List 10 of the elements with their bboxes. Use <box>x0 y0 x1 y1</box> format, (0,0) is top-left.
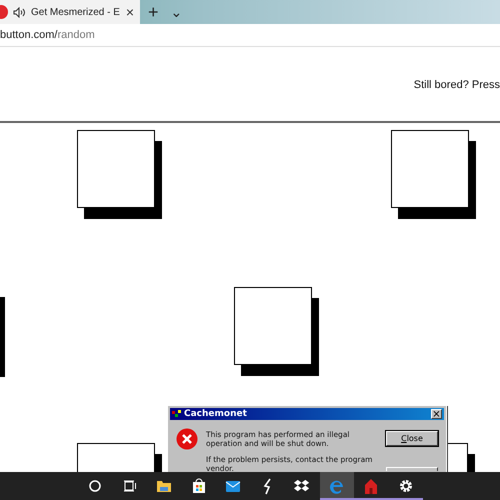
tab-list-button[interactable]: ⌄ <box>166 4 187 20</box>
close-button[interactable]: × <box>431 409 442 419</box>
prompt-text: Still bored? Press <box>414 79 500 91</box>
address-field[interactable]: button.com/random <box>0 29 95 41</box>
dialog-title: Cachemonet <box>184 409 248 419</box>
close-tab-button[interactable]: × <box>126 4 134 20</box>
dialog-button[interactable]: Close <box>386 431 438 446</box>
browser-tab[interactable]: Get Mesmerized - E × <box>0 0 140 24</box>
new-tab-button[interactable]: + <box>140 2 167 22</box>
tab-title: Get Mesmerized - E <box>31 6 121 18</box>
